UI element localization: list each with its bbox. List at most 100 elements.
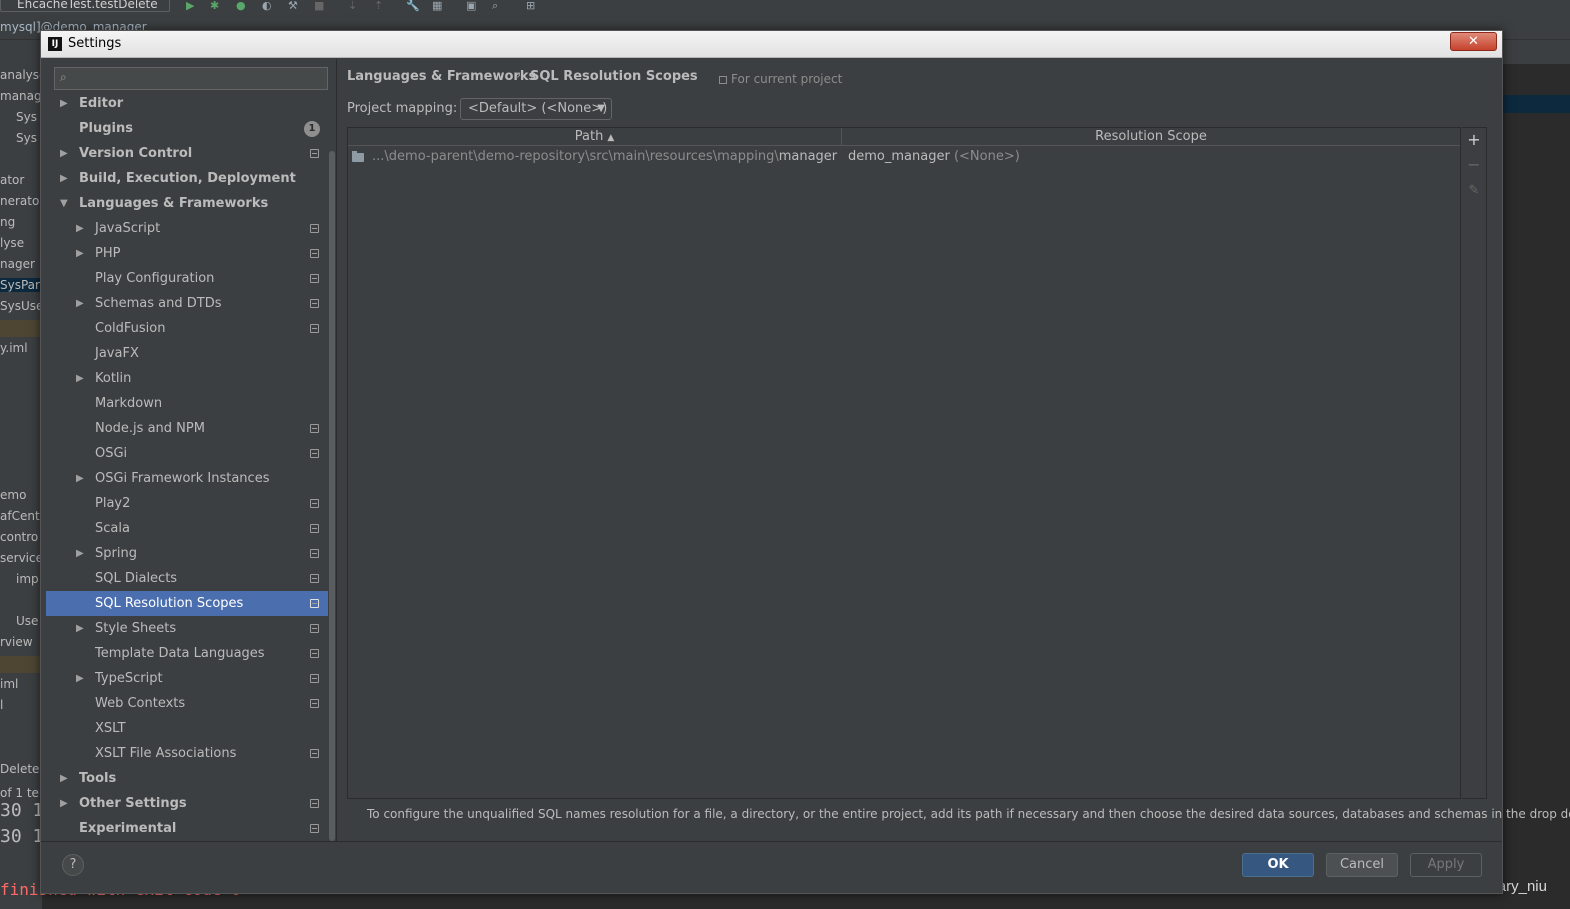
settings-search-input[interactable]: ⌕ <box>54 67 328 90</box>
terminal-icon[interactable]: ▣ <box>466 0 476 12</box>
sidebar-item-coldfusion[interactable]: ColdFusion <box>46 316 330 341</box>
tree-fragment[interactable]: y.iml <box>0 341 28 355</box>
apply-button[interactable]: Apply <box>1410 853 1482 877</box>
tree-fragment[interactable]: imp <box>16 572 39 586</box>
sidebar-item-scala[interactable]: Scala <box>46 516 330 541</box>
tree-fragment-selected[interactable]: SysPar <box>0 278 42 292</box>
column-header-path[interactable]: Path ▲ <box>348 128 842 146</box>
expanded-arrow-icon[interactable]: ▼ <box>60 191 70 216</box>
sidebar-item-other-settings[interactable]: ▶ Other Settings <box>46 791 330 816</box>
sidebar-item-experimental[interactable]: Experimental <box>46 816 330 837</box>
ide-project-tree[interactable]: analyse manag Sys Sys ator nerator ng ly… <box>0 40 42 909</box>
collapsed-arrow-icon[interactable]: ▶ <box>60 791 70 816</box>
tree-fragment[interactable]: emo <box>0 488 26 502</box>
build-icon[interactable]: ⚒ <box>288 0 298 12</box>
sidebar-item-template-data-languages[interactable]: Template Data Languages <box>46 641 330 666</box>
dialog-titlebar[interactable]: IJ Settings ✕ <box>41 31 1502 58</box>
collapsed-arrow-icon[interactable]: ▶ <box>60 141 70 166</box>
tree-fragment[interactable]: manag <box>0 89 42 103</box>
resolution-scopes-table[interactable]: Path ▲ Resolution Scope ...\demo-parent\d… <box>347 127 1461 799</box>
sidebar-item-sql-dialects[interactable]: SQL Dialects <box>46 566 330 591</box>
wrench-icon[interactable]: 🔧 <box>406 0 420 12</box>
collapsed-arrow-icon[interactable]: ▶ <box>60 91 70 116</box>
tree-fragment[interactable]: Use <box>16 614 38 628</box>
tree-fragment[interactable]: service <box>0 551 42 565</box>
sidebar-item-play2[interactable]: Play2 <box>46 491 330 516</box>
tree-fragment[interactable]: analyse <box>0 68 42 82</box>
tree-fragment[interactable]: Delete <box>0 762 39 776</box>
collapsed-arrow-icon[interactable]: ▶ <box>76 666 86 691</box>
sidebar-item-php[interactable]: ▶ PHP <box>46 241 330 266</box>
collapsed-arrow-icon[interactable]: ▶ <box>76 366 86 391</box>
cancel-button[interactable]: Cancel <box>1326 853 1398 877</box>
tree-fragment[interactable]: lyse <box>0 236 24 250</box>
sidebar-item-xslt[interactable]: XSLT <box>46 716 330 741</box>
sql-console-icon[interactable]: ⊞ <box>526 0 535 12</box>
sidebar-scrollbar[interactable] <box>328 95 336 841</box>
sidebar-item-osgi[interactable]: OSGi <box>46 441 330 466</box>
tree-fragment[interactable]: Sys <box>16 131 37 145</box>
column-header-scope[interactable]: Resolution Scope <box>842 128 1460 146</box>
path-cell[interactable]: ...\demo-parent\demo-repository\src\main… <box>372 147 837 167</box>
sidebar-item-javafx[interactable]: JavaFX <box>46 341 330 366</box>
sidebar-item-web-contexts[interactable]: Web Contexts <box>46 691 330 716</box>
sidebar-scrollbar-thumb[interactable] <box>329 151 335 841</box>
tree-fragment[interactable]: l <box>0 698 3 712</box>
remove-icon[interactable]: − <box>1467 157 1481 173</box>
tree-fragment[interactable]: Sys <box>16 110 37 124</box>
sidebar-item-version-control[interactable]: ▶ Version Control <box>46 141 330 166</box>
project-mapping-select[interactable]: <Default> (<None>) ▼ <box>460 98 612 120</box>
tree-fragment[interactable]: afCente <box>0 509 42 523</box>
sidebar-item-editor[interactable]: ▶ Editor <box>46 91 330 116</box>
collapsed-arrow-icon[interactable]: ▶ <box>76 541 86 566</box>
scope-cell[interactable]: demo_manager (<None>) <box>848 147 1020 167</box>
help-button[interactable]: ? <box>62 854 84 876</box>
sidebar-item-style-sheets[interactable]: ▶ Style Sheets <box>46 616 330 641</box>
search-everywhere-icon[interactable]: ⌕ <box>492 0 498 13</box>
tree-fragment[interactable]: nerator <box>0 194 42 208</box>
collapsed-arrow-icon[interactable]: ▶ <box>76 466 86 491</box>
tree-fragment[interactable]: ng <box>0 215 15 229</box>
tree-fragment[interactable]: iml <box>0 677 18 691</box>
tree-fragment[interactable]: of 1 te <box>0 786 39 800</box>
ok-button[interactable]: OK <box>1242 853 1314 877</box>
profile-icon[interactable]: ◐ <box>262 0 272 12</box>
sidebar-item-markdown[interactable]: Markdown <box>46 391 330 416</box>
tree-fragment[interactable]: nager <box>0 257 35 271</box>
project-structure-icon[interactable]: ▦ <box>432 0 442 12</box>
sidebar-item-tools[interactable]: ▶ Tools <box>46 766 330 791</box>
coverage-icon[interactable]: ● <box>236 0 246 12</box>
add-icon[interactable]: + <box>1467 132 1481 148</box>
sidebar-item-schemas-and-dtds[interactable]: ▶ Schemas and DTDs <box>46 291 330 316</box>
edit-icon[interactable]: ✎ <box>1467 183 1481 199</box>
sidebar-item-xslt-file-associations[interactable]: XSLT File Associations <box>46 741 330 766</box>
sidebar-item-kotlin[interactable]: ▶ Kotlin <box>46 366 330 391</box>
sidebar-item-osgi-framework-instances[interactable]: ▶ OSGi Framework Instances <box>46 466 330 491</box>
tree-fragment[interactable]: ator <box>0 173 24 187</box>
sidebar-item-play-configuration[interactable]: Play Configuration <box>46 266 330 291</box>
run-config-select[interactable]: EhcacheTest.testDelete <box>0 0 170 12</box>
collapsed-arrow-icon[interactable]: ▶ <box>60 766 70 791</box>
sidebar-item-build-execution-deployment[interactable]: ▶ Build, Execution, Deployment <box>46 166 330 191</box>
sidebar-item-javascript[interactable]: ▶ JavaScript <box>46 216 330 241</box>
vcs-update-icon[interactable]: ⇣ <box>348 0 357 12</box>
tree-fragment[interactable]: contro <box>0 530 38 544</box>
stop-icon[interactable]: ■ <box>314 0 324 12</box>
sidebar-item-plugins[interactable]: Plugins 1 <box>46 116 330 141</box>
tree-fragment[interactable]: SysUse <box>0 299 42 313</box>
sidebar-item-languages-frameworks[interactable]: ▼ Languages & Frameworks <box>46 191 330 216</box>
vcs-commit-icon[interactable]: ⇡ <box>374 0 383 12</box>
tree-fragment[interactable]: rview <box>0 635 33 649</box>
run-icon[interactable]: ▶ <box>186 0 194 12</box>
close-button[interactable]: ✕ <box>1450 32 1497 51</box>
sidebar-item-typescript[interactable]: ▶ TypeScript <box>46 666 330 691</box>
collapsed-arrow-icon[interactable]: ▶ <box>76 216 86 241</box>
collapsed-arrow-icon[interactable]: ▶ <box>60 166 70 191</box>
collapsed-arrow-icon[interactable]: ▶ <box>76 291 86 316</box>
sidebar-item-spring[interactable]: ▶ Spring <box>46 541 330 566</box>
collapsed-arrow-icon[interactable]: ▶ <box>76 241 86 266</box>
sidebar-item-sql-resolution-scopes[interactable]: SQL Resolution Scopes <box>46 591 330 616</box>
panel-divider[interactable] <box>336 59 337 842</box>
sidebar-item-node-js-and-npm[interactable]: Node.js and NPM <box>46 416 330 441</box>
debug-icon[interactable]: ✱ <box>210 0 219 12</box>
